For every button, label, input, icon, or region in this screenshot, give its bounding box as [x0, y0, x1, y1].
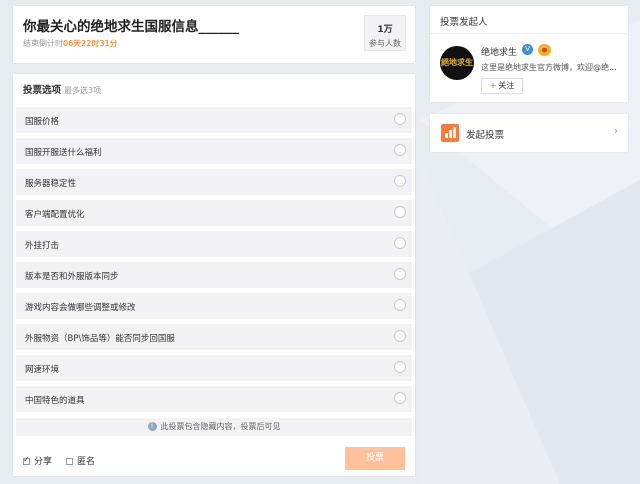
options-heading-label: 投票选项: [23, 85, 62, 96]
option-radio[interactable]: [394, 113, 406, 125]
vote-option-7[interactable]: 游戏内容会做哪些调整或修改: [16, 293, 412, 319]
notice-text: 此投票包含隐藏内容，投票后可见: [160, 422, 281, 431]
vote-option-label: 中国特色的道具: [25, 396, 85, 406]
checkbox-checked-icon[interactable]: [23, 455, 30, 465]
divider: [430, 33, 628, 34]
option-radio[interactable]: [394, 268, 406, 280]
countdown-value: 06天22时31分: [63, 39, 118, 48]
initiator-name[interactable]: 绝地求生: [481, 45, 517, 58]
countdown-prefix: 结束倒计时: [23, 39, 63, 48]
follow-label: 关注: [498, 81, 515, 90]
vote-option-label: 服务器稳定性: [25, 179, 77, 189]
vote-option-label: 客户端配置优化: [25, 210, 85, 220]
plus-icon: +: [489, 81, 497, 90]
vote-option-2[interactable]: 国服开服送什么福利: [16, 138, 412, 164]
options-heading: 投票选项 最多选3项: [23, 82, 101, 96]
initiator-section-title: 投票发起人: [440, 17, 488, 28]
initiator-card: 投票发起人 絕地求生 绝地求生 V 这里是绝地求生官方微博，欢迎@绝... + 关…: [430, 6, 628, 102]
option-radio[interactable]: [394, 144, 406, 156]
avatar-logo-text: 絕地求生: [441, 58, 473, 67]
vote-option-label: 国服价格: [25, 117, 60, 127]
vote-header-card: 你最关心的绝地求生国服信息______ 结束倒计时06天22时31分 1万 参与…: [13, 6, 415, 63]
checkbox-unchecked-icon[interactable]: [66, 458, 73, 465]
option-radio[interactable]: [394, 175, 406, 187]
info-icon: i: [147, 422, 157, 431]
vote-option-label: 网速环境: [25, 365, 60, 375]
launch-vote-label: 发起投票: [466, 130, 505, 141]
participants-stat: 1万 参与人数: [364, 15, 406, 51]
vote-option-9[interactable]: 网速环境: [16, 355, 412, 381]
initiator-description: 这里是绝地求生官方微博，欢迎@绝...: [481, 63, 617, 72]
vote-option-3[interactable]: 服务器稳定性: [16, 169, 412, 195]
vote-option-8[interactable]: 外服物资（BP\饰品等）能否同步回国服: [16, 324, 412, 350]
share-label: 分享: [34, 457, 53, 467]
share-checkbox[interactable]: 分享: [23, 454, 52, 467]
avatar[interactable]: 絕地求生: [440, 46, 474, 80]
vote-option-10[interactable]: 中国特色的道具: [16, 386, 412, 412]
participants-label: 参与人数: [369, 39, 401, 48]
option-radio[interactable]: [394, 299, 406, 311]
follow-button[interactable]: + 关注: [481, 78, 523, 94]
hidden-content-notice: i 此投票包含隐藏内容，投票后可见: [16, 418, 412, 436]
vote-button[interactable]: 投票: [345, 447, 405, 470]
countdown: 结束倒计时06天22时31分: [23, 38, 118, 49]
vote-title: 你最关心的绝地求生国服信息______: [23, 19, 239, 35]
vote-option-6[interactable]: 版本是否和外服版本同步: [16, 262, 412, 288]
anonymous-checkbox[interactable]: 匿名: [66, 454, 95, 467]
option-radio[interactable]: [394, 361, 406, 373]
option-radio[interactable]: [394, 330, 406, 342]
vote-option-label: 游戏内容会做哪些调整或修改: [25, 303, 136, 313]
vote-option-label: 版本是否和外服版本同步: [25, 272, 119, 282]
vote-option-label: 国服开服送什么福利: [25, 148, 102, 158]
participants-count: 1万: [377, 25, 393, 35]
chevron-right-icon: ›: [614, 126, 618, 137]
options-subheading: 最多选3项: [64, 86, 102, 95]
medal-icon: [538, 44, 551, 56]
option-radio[interactable]: [394, 206, 406, 218]
vote-option-1[interactable]: 国服价格: [16, 107, 412, 133]
vote-option-5[interactable]: 外挂打击: [16, 231, 412, 257]
verified-v-icon: V: [522, 44, 533, 55]
vote-option-label: 外服物资（BP\饰品等）能否同步回国服: [25, 334, 175, 344]
launch-vote-card[interactable]: 发起投票 ›: [430, 114, 628, 152]
vote-options-card: 投票选项 最多选3项 国服价格 国服开服送什么福利 服务器稳定性 客户端配置优化 …: [13, 74, 415, 476]
vote-option-label: 外挂打击: [25, 241, 60, 251]
bar-chart-plus-icon: [441, 124, 459, 142]
vote-option-4[interactable]: 客户端配置优化: [16, 200, 412, 226]
anonymous-label: 匿名: [77, 457, 96, 467]
option-radio[interactable]: [394, 237, 406, 249]
option-radio[interactable]: [394, 392, 406, 404]
